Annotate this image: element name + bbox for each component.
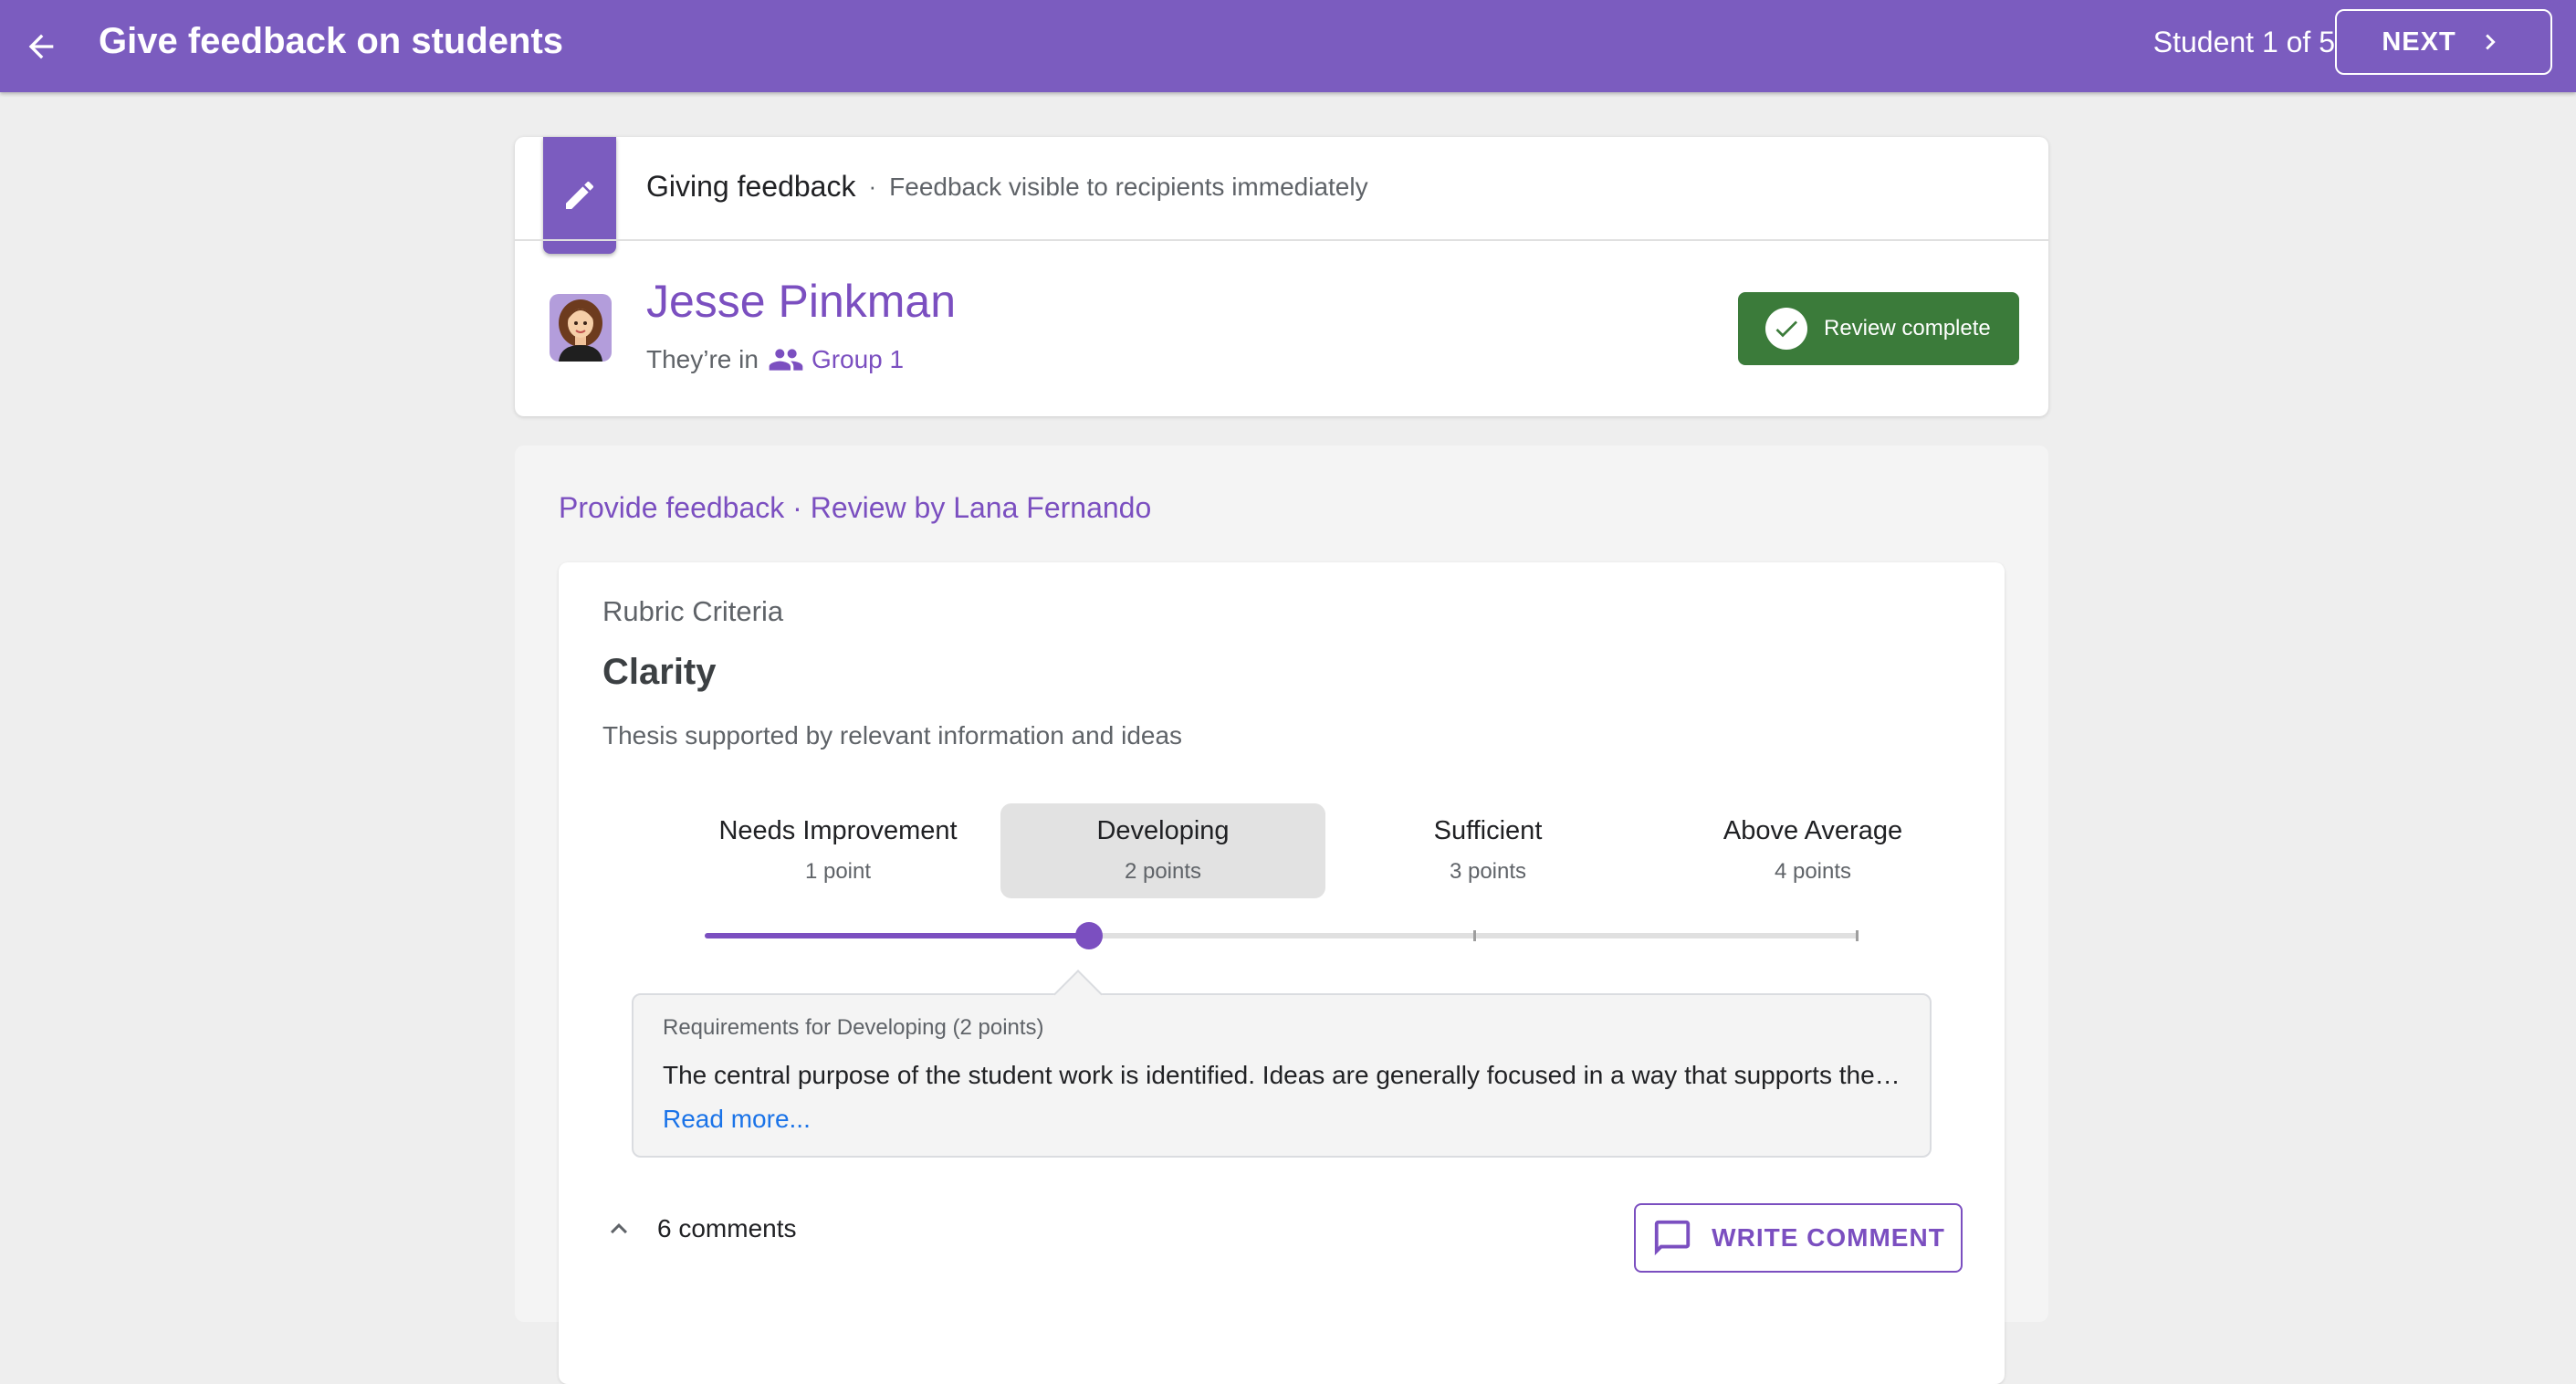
mode-description: Feedback visible to recipients immediate…	[889, 172, 1368, 201]
rubric-slider[interactable]	[705, 922, 1859, 949]
level-name: Sufficient	[1433, 816, 1543, 845]
chevron-right-icon	[2485, 34, 2496, 50]
back-button[interactable]	[15, 20, 68, 73]
rubric-label: Rubric Criteria	[602, 595, 784, 627]
write-comment-label: WRITE COMMENT	[1712, 1223, 1945, 1252]
level-above-average[interactable]: Above Average 4 points	[1650, 803, 1975, 898]
criterion-description: Thesis supported by relevant information…	[602, 721, 1183, 750]
read-more-link[interactable]: Read more...	[663, 1105, 811, 1134]
divider	[515, 239, 2048, 241]
level-needs-improvement[interactable]: Needs Improvement 1 point	[675, 803, 1000, 898]
student-counter: Student 1 of 5	[2152, 26, 2335, 58]
group-prefix: They’re in	[646, 345, 759, 373]
rubric-card: Rubric Criteria Clarity Thesis supported…	[559, 562, 2005, 1384]
criterion-title: Clarity	[602, 652, 717, 692]
level-points: 2 points	[1124, 859, 1202, 884]
level-developing[interactable]: Developing 2 points	[1000, 803, 1325, 898]
level-points: 1 point	[804, 859, 872, 884]
group-info: They’re in Group 1	[646, 341, 904, 378]
avatar	[550, 294, 612, 362]
review-status-badge[interactable]: Review complete	[1738, 292, 2019, 365]
review-status-label: Review complete	[1824, 316, 1991, 341]
comment-icon	[1655, 1220, 1691, 1256]
next-button[interactable]: NEXT	[2335, 9, 2552, 75]
group-name: Group 1	[811, 345, 905, 373]
comments-count: 6 comments	[657, 1214, 797, 1242]
level-points: 3 points	[1449, 859, 1527, 884]
level-name: Needs Improvement	[718, 816, 958, 845]
comments-toggle[interactable]: 6 comments	[602, 1212, 797, 1245]
slider-fill	[705, 933, 1089, 938]
app-bar: Give feedback on students Student 1 of 5…	[0, 0, 2576, 92]
slider-thumb[interactable]	[1075, 922, 1103, 949]
mode-tab	[543, 137, 616, 254]
level-name: Developing	[1096, 816, 1230, 845]
slider-tick	[1473, 930, 1476, 941]
student-name: Jesse Pinkman	[646, 276, 957, 327]
feedback-section: Provide feedback · Review by Lana Fernan…	[515, 446, 2048, 1384]
pencil-icon	[566, 181, 594, 209]
requirements-text: The central purpose of the student work …	[663, 1061, 1901, 1089]
check-icon	[1765, 308, 1807, 350]
mode-separator: ·	[868, 173, 877, 200]
requirements-pointer	[1053, 970, 1103, 1019]
student-header-card: Giving feedback · Feedback visible to re…	[515, 137, 2048, 416]
feedback-section-title: Provide feedback · Review by Lana Fernan…	[559, 491, 1152, 524]
requirements-panel: Requirements for Developing (2 points) T…	[632, 970, 1932, 1158]
mode-label: Giving feedback	[646, 170, 856, 203]
feedback-mode: Giving feedback · Feedback visible to re…	[646, 170, 1368, 204]
page-title: Give feedback on students	[99, 21, 564, 61]
next-button-label: NEXT	[2382, 26, 2456, 57]
chevron-up-icon	[611, 1223, 627, 1234]
group-link[interactable]: Group 1	[768, 341, 904, 378]
level-points: 4 points	[1774, 859, 1852, 884]
slider-tick	[1856, 930, 1859, 941]
level-name: Above Average	[1723, 816, 1903, 845]
level-sufficient[interactable]: Sufficient 3 points	[1325, 803, 1650, 898]
arrow-back-icon	[28, 34, 54, 59]
requirements-title: Requirements for Developing (2 points)	[663, 1015, 1044, 1040]
write-comment-button[interactable]: WRITE COMMENT	[1634, 1203, 1963, 1273]
people-icon	[769, 349, 803, 371]
